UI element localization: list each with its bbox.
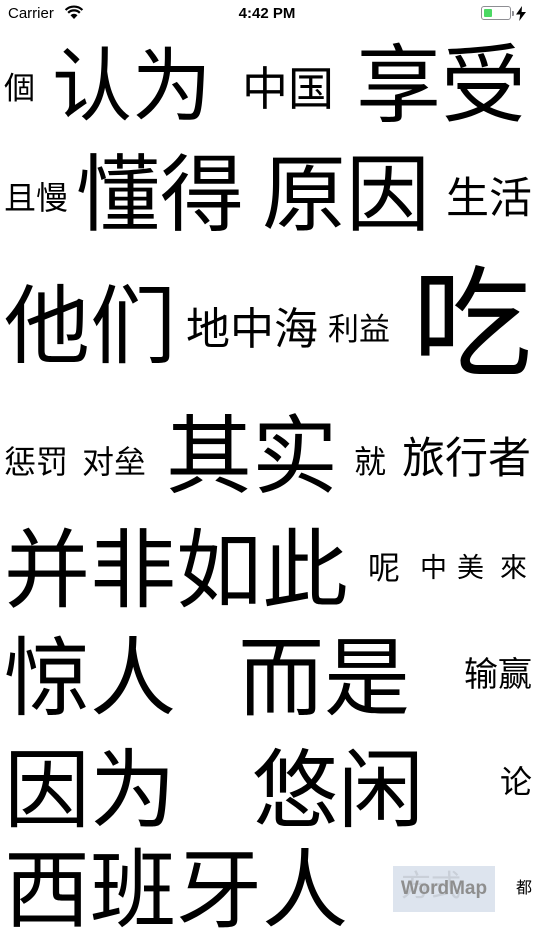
word-4: 享受 [356, 37, 527, 136]
word-23: 而是 [238, 629, 410, 729]
word-6: 懂得 [76, 146, 245, 244]
word-24: 输赢 [464, 655, 532, 695]
word-7: 原因 [262, 146, 431, 244]
word-map: 個 认为 中国 享受 且慢 懂得 原因 生活 他们 地中海 利益 吃 惩罚 对垒… [0, 28, 534, 950]
word-3: 中国 [242, 62, 334, 116]
word-29: 都 [516, 878, 533, 897]
word-18: 并非如此 [4, 521, 348, 621]
battery-level-fill [484, 9, 493, 17]
word-19: 呢 [368, 549, 401, 587]
word-26: 悠闲 [252, 741, 424, 841]
watermark-logo-text: WordMap [400, 878, 488, 899]
word-21: 來 [500, 553, 527, 584]
word-10: 地中海 [186, 304, 318, 355]
word-9: 他们 [4, 277, 176, 377]
word-16: 就 [354, 443, 387, 481]
word-2: 认为 [52, 40, 212, 133]
word-12: 吃 [412, 256, 532, 395]
word-27: 论 [500, 763, 533, 801]
word-20: 中美 [420, 553, 494, 584]
word-28: 西班牙人 [4, 841, 348, 941]
wordmap-watermark: 方式 WordMap [393, 866, 495, 912]
word-1: 個 [4, 71, 35, 107]
word-25: 因为 [4, 741, 176, 841]
status-time: 4:42 PM [238, 5, 296, 22]
word-22: 惊人 [4, 629, 176, 729]
word-15: 其实 [166, 407, 338, 507]
word-11: 利益 [328, 312, 390, 348]
charging-bolt-icon [516, 6, 526, 21]
word-13: 惩罚 [4, 443, 69, 481]
word-17: 旅行者 [402, 434, 531, 484]
word-5: 且慢 [4, 179, 69, 217]
word-14: 对垒 [82, 443, 147, 481]
status-bar: Carrier 4:42 PM [0, 0, 534, 28]
word-8: 生活 [446, 174, 532, 224]
battery-icon [481, 6, 514, 20]
